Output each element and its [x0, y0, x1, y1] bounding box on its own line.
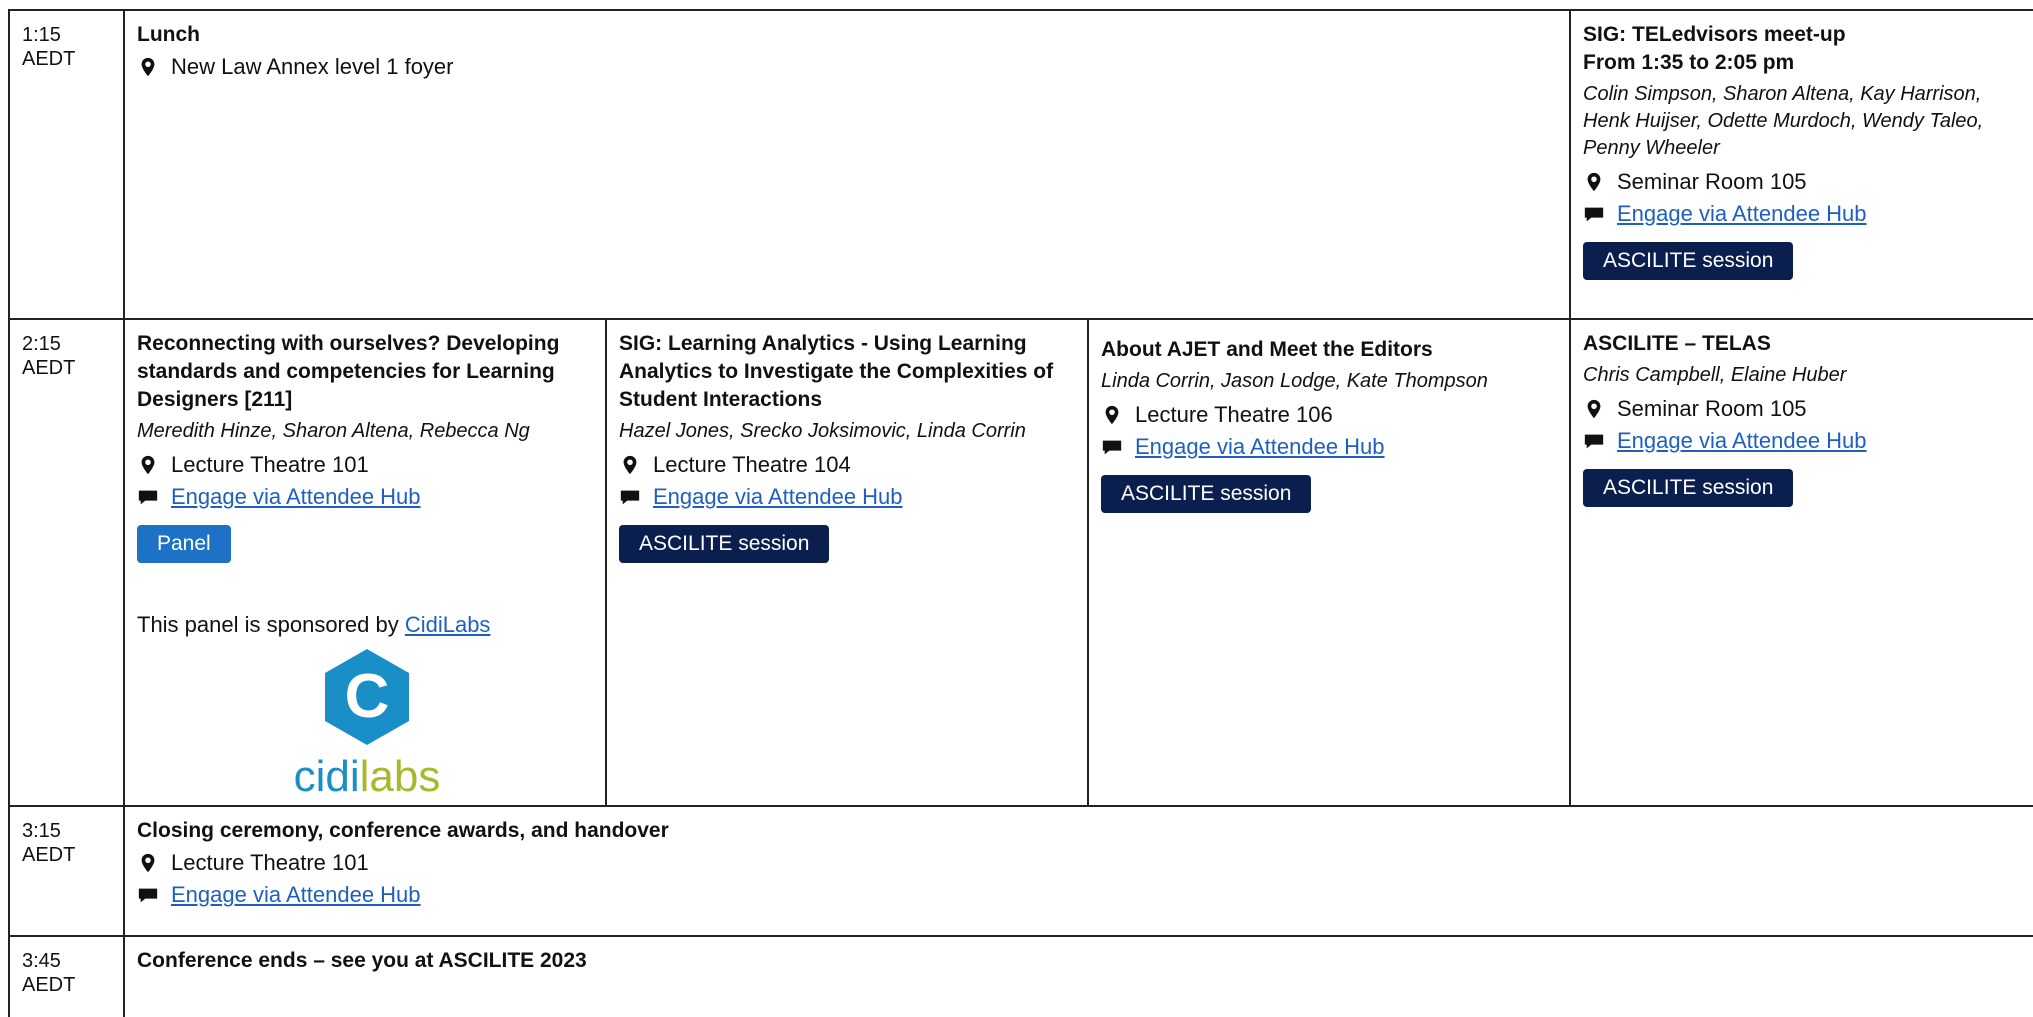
attendee-hub: Engage via Attendee Hub: [1583, 200, 2023, 228]
cidilabs-logo: C cidilabs: [294, 649, 441, 797]
schedule-row: 3:15 AEDT Closing ceremony, conference a…: [10, 807, 2033, 937]
time-value: 3:45: [22, 950, 61, 972]
session-closing-ceremony: Closing ceremony, conference awards, and…: [125, 807, 2033, 935]
map-pin-icon: [1587, 399, 1601, 419]
speech-bubble-icon: [138, 490, 158, 505]
session-type-badge: ASCILITE session: [619, 525, 830, 563]
time-value: 2:15: [22, 333, 61, 355]
session-presenters: Colin Simpson, Sharon Altena, Kay Harris…: [1583, 83, 1984, 159]
session-sig-learning-analytics: SIG: Learning Analytics - Using Learning…: [607, 320, 1089, 805]
location-text: Lecture Theatre 101: [171, 850, 369, 875]
attendee-hub: Engage via Attendee Hub: [1583, 427, 2023, 455]
session-title: SIG: Learning Analytics - Using Learning…: [619, 332, 1054, 411]
session-title: ASCILITE – TELAS: [1583, 332, 1771, 355]
attendee-hub-link[interactable]: Engage via Attendee Hub: [653, 483, 903, 511]
location-text: Seminar Room 105: [1617, 396, 1807, 421]
location-text: Lecture Theatre 101: [171, 452, 369, 477]
session-location: Lecture Theatre 104: [619, 451, 1075, 479]
map-pin-icon: [141, 57, 155, 77]
location-text: Seminar Room 105: [1617, 169, 1807, 194]
session-presenters: Linda Corrin, Jason Lodge, Kate Thompson: [1101, 370, 1488, 392]
location-text: New Law Annex level 1 foyer: [171, 54, 454, 79]
svg-text:C: C: [345, 662, 390, 731]
map-pin-icon: [1105, 405, 1119, 425]
attendee-hub: Engage via Attendee Hub: [137, 483, 593, 511]
attendee-hub-link[interactable]: Engage via Attendee Hub: [171, 483, 421, 511]
speech-bubble-icon: [138, 888, 158, 903]
session-presenters: Meredith Hinze, Sharon Altena, Rebecca N…: [137, 420, 530, 442]
sponsor-note: This panel is sponsored by CidiLabs: [137, 611, 593, 639]
time-value: 1:15: [22, 24, 61, 46]
session-location: Seminar Room 105: [1583, 168, 2023, 196]
timezone: AEDT: [22, 48, 76, 70]
map-pin-icon: [1587, 172, 1601, 192]
attendee-hub: Engage via Attendee Hub: [619, 483, 1075, 511]
map-pin-icon: [623, 455, 637, 475]
session-title: Reconnecting with ourselves? Developing …: [137, 332, 560, 411]
session-title: Lunch: [137, 23, 200, 46]
attendee-hub-link[interactable]: Engage via Attendee Hub: [1135, 433, 1385, 461]
session-sig-teledvisors: SIG: TELedvisors meet-up From 1:35 to 2:…: [1571, 11, 2033, 318]
session-conference-ends: Conference ends – see you at ASCILITE 20…: [125, 937, 2033, 1017]
svg-text:cidilabs: cidilabs: [294, 752, 441, 797]
session-location: New Law Annex level 1 foyer: [137, 53, 1557, 81]
time-value: 3:15: [22, 820, 61, 842]
session-type-badge: ASCILITE session: [1583, 469, 1794, 507]
session-location: Seminar Room 105: [1583, 395, 2023, 423]
session-time-range: From 1:35 to 2:05 pm: [1583, 51, 1795, 74]
session-ajet-editors: About AJET and Meet the Editors Linda Co…: [1089, 320, 1571, 805]
session-learning-designers-panel: Reconnecting with ourselves? Developing …: [125, 320, 607, 805]
session-title: About AJET and Meet the Editors: [1101, 338, 1433, 361]
map-pin-icon: [141, 455, 155, 475]
session-presenters: Hazel Jones, Srecko Joksimovic, Linda Co…: [619, 420, 1026, 442]
session-type-badge: Panel: [137, 525, 231, 563]
speech-bubble-icon: [1584, 207, 1604, 222]
speech-bubble-icon: [620, 490, 640, 505]
schedule-table: 1:15 AEDT Lunch New Law Annex level 1 fo…: [8, 9, 2033, 1017]
attendee-hub: Engage via Attendee Hub: [137, 881, 2023, 909]
time-cell: 3:15 AEDT: [10, 807, 125, 935]
sponsor-link[interactable]: CidiLabs: [405, 612, 491, 637]
session-presenters: Chris Campbell, Elaine Huber: [1583, 364, 1847, 386]
session-type-badge: ASCILITE session: [1583, 242, 1794, 280]
time-cell: 3:45 AEDT: [10, 937, 125, 1017]
schedule-row: 1:15 AEDT Lunch New Law Annex level 1 fo…: [10, 11, 2033, 320]
attendee-hub-link[interactable]: Engage via Attendee Hub: [1617, 427, 1867, 455]
session-title: SIG: TELedvisors meet-up: [1583, 23, 1846, 46]
session-title: Conference ends – see you at ASCILITE 20…: [137, 949, 587, 972]
timezone: AEDT: [22, 974, 76, 996]
location-text: Lecture Theatre 106: [1135, 402, 1333, 427]
sponsor-text: This panel is sponsored by: [137, 612, 405, 637]
speech-bubble-icon: [1584, 434, 1604, 449]
session-type-badge: ASCILITE session: [1101, 475, 1312, 513]
schedule-row: 2:15 AEDT Reconnecting with ourselves? D…: [10, 320, 2033, 807]
map-pin-icon: [141, 853, 155, 873]
location-text: Lecture Theatre 104: [653, 452, 851, 477]
session-ascilite-telas: ASCILITE – TELAS Chris Campbell, Elaine …: [1571, 320, 2033, 805]
time-cell: 2:15 AEDT: [10, 320, 125, 805]
session-location: Lecture Theatre 101: [137, 849, 2023, 877]
attendee-hub: Engage via Attendee Hub: [1101, 433, 1557, 461]
session-location: Lecture Theatre 101: [137, 451, 593, 479]
session-location: Lecture Theatre 106: [1101, 401, 1557, 429]
session-title: Closing ceremony, conference awards, and…: [137, 819, 669, 842]
schedule-row: 3:45 AEDT Conference ends – see you at A…: [10, 937, 2033, 1017]
speech-bubble-icon: [1102, 440, 1122, 455]
attendee-hub-link[interactable]: Engage via Attendee Hub: [1617, 200, 1867, 228]
session-lunch: Lunch New Law Annex level 1 foyer: [125, 11, 1571, 318]
timezone: AEDT: [22, 844, 76, 866]
time-cell: 1:15 AEDT: [10, 11, 125, 318]
attendee-hub-link[interactable]: Engage via Attendee Hub: [171, 881, 421, 909]
timezone: AEDT: [22, 357, 76, 379]
